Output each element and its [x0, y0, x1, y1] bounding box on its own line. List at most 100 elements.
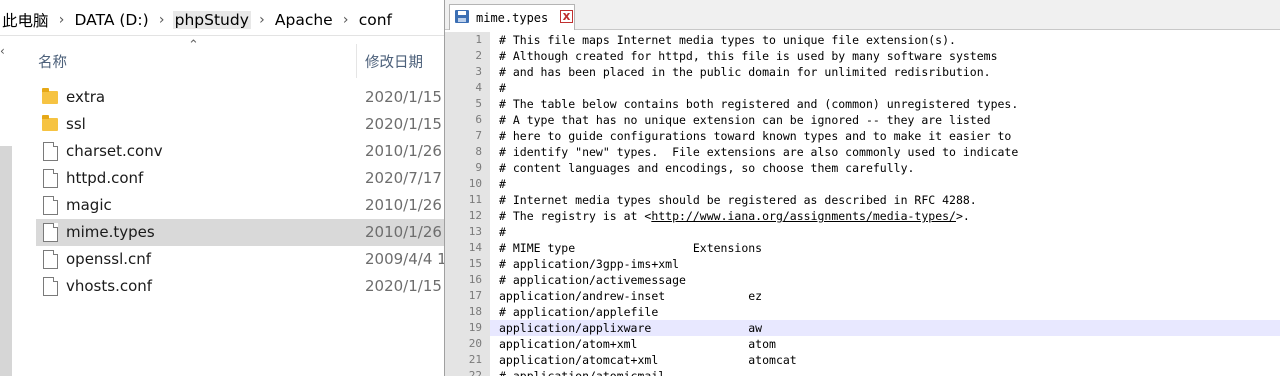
line-number: 20	[445, 336, 490, 352]
line-number: 11	[445, 192, 490, 208]
code-text-segment: application/applixware aw	[499, 321, 763, 335]
code-line[interactable]: 19 application/applixware aw	[445, 320, 1280, 336]
code-line[interactable]: 3 # and has been placed in the public dom…	[445, 64, 1280, 80]
breadcrumb-this-pc[interactable]: 此电脑	[0, 9, 51, 31]
file-row-httpd-conf[interactable]: httpd.conf 2020/7/17	[36, 165, 444, 192]
code-line[interactable]: 10 #	[445, 176, 1280, 192]
code-line[interactable]: 21 application/atomcat+xml atomcat	[445, 352, 1280, 368]
code-line[interactable]: 16 # application/activemessage	[445, 272, 1280, 288]
code-line[interactable]: 2 # Although created for httpd, this file…	[445, 48, 1280, 64]
registry-link[interactable]: http://www.iana.org/assignments/media-ty…	[651, 209, 956, 223]
file-list: extra 2020/1/15 ssl 2020/1/15 charset.co…	[36, 84, 444, 300]
file-icon	[42, 250, 58, 269]
file-date: 2010/1/26	[365, 142, 442, 160]
code-line[interactable]: 18 # application/applefile	[445, 304, 1280, 320]
code-line[interactable]: 1 # This file maps Internet media types t…	[445, 32, 1280, 48]
breadcrumb-separator-icon[interactable]: ›	[51, 12, 73, 28]
file-name: ssl	[66, 115, 86, 133]
code-text-segment: # The registry is at <	[499, 209, 652, 223]
code-text-segment: >.	[955, 209, 970, 223]
file-date: 2020/1/15	[365, 277, 442, 295]
editor-tab-bar: mime.types x	[445, 0, 1280, 30]
code-line[interactable]: 13 #	[445, 224, 1280, 240]
line-number: 9	[445, 160, 490, 176]
file-row-vhosts-conf[interactable]: vhosts.conf 2020/1/15	[36, 273, 444, 300]
code-text-segment: # MIME type Extensions	[499, 241, 763, 255]
file-name: openssl.cnf	[66, 250, 152, 268]
line-number: 5	[445, 96, 490, 112]
code-text-segment: # application/activemessage	[499, 273, 686, 287]
breadcrumb-separator-icon[interactable]: ›	[251, 12, 273, 28]
breadcrumb-conf[interactable]: conf	[357, 11, 394, 29]
code-text: # application/3gpp-ims+xml	[499, 256, 679, 272]
line-number: 17	[445, 288, 490, 304]
code-line[interactable]: 17 application/andrew-inset ez	[445, 288, 1280, 304]
code-text-segment: # application/3gpp-ims+xml	[499, 257, 680, 271]
breadcrumb-apache[interactable]: Apache	[273, 11, 335, 29]
code-text-segment: # application/atomicmail	[499, 369, 666, 376]
code-text: #	[499, 224, 506, 240]
close-icon[interactable]: x	[560, 10, 573, 23]
breadcrumb-separator-icon[interactable]: ›	[151, 12, 173, 28]
code-line[interactable]: 6 # A type that has no unique extension c…	[445, 112, 1280, 128]
code-line[interactable]: 5 # The table below contains both registe…	[445, 96, 1280, 112]
code-line[interactable]: 7 # here to guide configurations toward k…	[445, 128, 1280, 144]
line-number: 6	[445, 112, 490, 128]
tab-mime-types[interactable]: mime.types x	[449, 4, 575, 30]
file-icon	[42, 277, 58, 296]
file-name: httpd.conf	[66, 169, 144, 187]
line-number: 10	[445, 176, 490, 192]
line-number: 1	[445, 32, 490, 48]
file-icon	[42, 142, 58, 161]
file-row-extra[interactable]: extra 2020/1/15	[36, 84, 444, 111]
code-line[interactable]: 9 # content languages and encodings, so c…	[445, 160, 1280, 176]
code-line[interactable]: 12 # The registry is at <http://www.iana.…	[445, 208, 1280, 224]
code-line[interactable]: 22 # application/atomicmail	[445, 368, 1280, 376]
file-date: 2020/1/15	[365, 115, 442, 133]
code-text-segment: # identify "new" types. File extensions …	[499, 145, 1019, 159]
chevron-left-icon[interactable]: ‹	[0, 44, 5, 58]
file-row-magic[interactable]: magic 2010/1/26	[36, 192, 444, 219]
tab-label: mime.types	[476, 11, 549, 25]
code-text: # Internet media types should be registe…	[499, 192, 977, 208]
code-line[interactable]: 4 #	[445, 80, 1280, 96]
column-header-name[interactable]: 名称	[38, 51, 67, 72]
address-bar[interactable]: 此电脑 › DATA (D:) › phpStudy › Apache › co…	[0, 4, 444, 36]
file-row-openssl-cnf[interactable]: openssl.cnf 2009/4/4 1	[36, 246, 444, 273]
code-text: #	[499, 80, 506, 96]
code-area[interactable]: 1 # This file maps Internet media types t…	[445, 32, 1280, 376]
file-name: vhosts.conf	[66, 277, 153, 295]
line-number: 14	[445, 240, 490, 256]
column-divider[interactable]	[356, 44, 357, 78]
code-line[interactable]: 8 # identify "new" types. File extensions…	[445, 144, 1280, 160]
code-text: application/applixware aw	[499, 320, 762, 336]
column-header-date-modified[interactable]: 修改日期	[365, 51, 423, 72]
code-line[interactable]: 11 # Internet media types should be regis…	[445, 192, 1280, 208]
code-text-segment: #	[499, 81, 506, 95]
code-text: # This file maps Internet media types to…	[499, 32, 956, 48]
line-number: 18	[445, 304, 490, 320]
code-line[interactable]: 20 application/atom+xml atom	[445, 336, 1280, 352]
breadcrumb-separator-icon[interactable]: ›	[335, 12, 357, 28]
code-text-segment: #	[499, 177, 506, 191]
code-text: # A type that has no unique extension ca…	[499, 112, 991, 128]
code-text-segment: # A type that has no unique extension ca…	[499, 113, 991, 127]
code-text: # Although created for httpd, this file …	[499, 48, 998, 64]
file-row-mime-types[interactable]: mime.types 2010/1/26	[36, 219, 444, 246]
code-line[interactable]: 14 # MIME type Extensions	[445, 240, 1280, 256]
breadcrumb-drive[interactable]: DATA (D:)	[73, 11, 151, 29]
file-row-charset-conv[interactable]: charset.conv 2010/1/26	[36, 138, 444, 165]
line-number: 13	[445, 224, 490, 240]
line-number: 16	[445, 272, 490, 288]
code-text-segment: application/andrew-inset ez	[499, 289, 763, 303]
line-number: 22	[445, 368, 490, 376]
breadcrumb-phpstudy[interactable]: phpStudy	[172, 10, 251, 29]
navigation-pane-scrollbar[interactable]	[0, 146, 12, 376]
code-text-segment: # application/applefile	[499, 305, 659, 319]
code-text: # The registry is at <http://www.iana.or…	[499, 208, 970, 224]
code-line[interactable]: 15 # application/3gpp-ims+xml	[445, 256, 1280, 272]
code-text: # and has been placed in the public doma…	[499, 64, 991, 80]
code-text-segment: # This file maps Internet media types to…	[499, 33, 956, 47]
column-headers: ⌃ 名称 修改日期	[12, 38, 444, 78]
file-row-ssl[interactable]: ssl 2020/1/15	[36, 111, 444, 138]
